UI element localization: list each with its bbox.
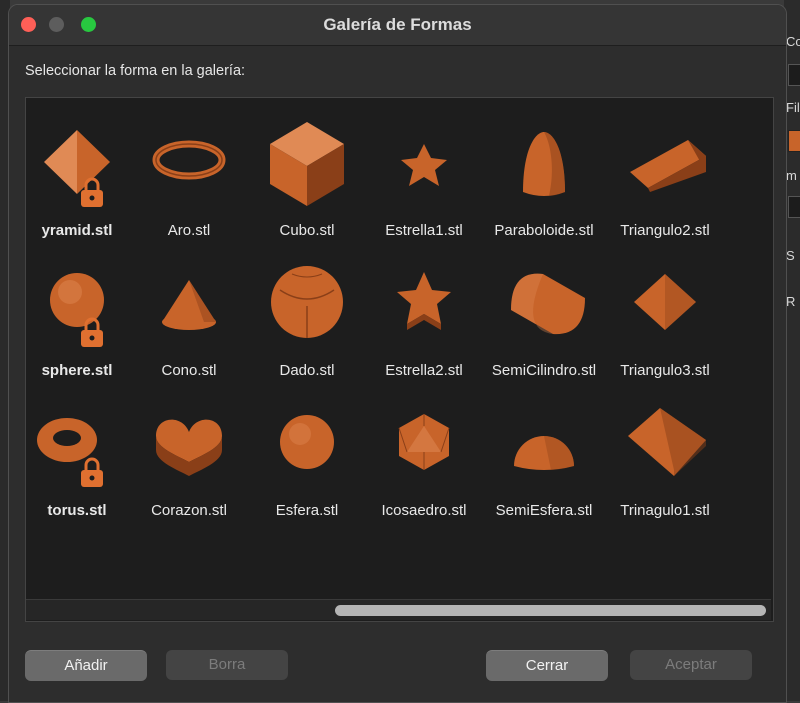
scrollbar-thumb[interactable] xyxy=(335,605,766,616)
accept-button[interactable]: Aceptar xyxy=(630,650,752,680)
gallery-item-ring[interactable]: Aro.stl xyxy=(130,104,248,244)
cone-shape-icon xyxy=(162,280,216,330)
bg-label-r: R xyxy=(786,294,796,309)
gallery-item-heart[interactable]: Corazon.stl xyxy=(130,384,248,524)
gallery-item-label: SemiCilindro.stl xyxy=(491,362,597,379)
gallery-item-label: Triangulo2.stl xyxy=(620,222,710,239)
heart-shape-icon xyxy=(156,419,222,476)
bg-label-co: Co xyxy=(786,34,800,49)
delete-button[interactable]: Borra xyxy=(166,650,288,680)
wedge-shape-icon xyxy=(630,140,706,192)
bg-color-swatch xyxy=(788,130,800,152)
bg-control xyxy=(788,64,800,86)
gallery-item-sphere-small[interactable]: Esfera.stl xyxy=(248,384,366,524)
sphere-small-shape-icon xyxy=(280,415,334,469)
shape-gallery[interactable]: yramid.stl Aro.stl Cubo.stl Estrella1.stl Pa… xyxy=(25,97,774,622)
gallery-item-label: Paraboloide.stl xyxy=(494,222,594,239)
lock-icon xyxy=(78,316,106,348)
sphere-shape-icon xyxy=(50,273,104,327)
gallery-item-half-cylinder[interactable]: SemiCilindro.stl xyxy=(485,244,603,384)
ring-shape-icon xyxy=(152,140,226,180)
lock-icon xyxy=(78,176,106,208)
gallery-item-label: Estrella1.stl xyxy=(385,222,463,239)
paraboloid-shape-icon xyxy=(523,132,565,196)
lock-icon xyxy=(78,456,106,488)
star-flat-shape-icon xyxy=(401,144,447,186)
half-cylinder-shape-icon xyxy=(511,273,585,335)
gallery-item-prism[interactable]: Trinagulo1.stl xyxy=(606,384,724,524)
gallery-item-label: Trinagulo1.stl xyxy=(620,502,710,519)
octahedron-shape-icon xyxy=(634,274,696,330)
gallery-item-label: Icosaedro.stl xyxy=(381,502,467,519)
gallery-prompt: Seleccionar la forma en la galería: xyxy=(25,63,246,79)
dice-shape-icon xyxy=(271,266,343,338)
gallery-item-hemisphere[interactable]: SemiEsfera.stl xyxy=(485,384,603,524)
pyramid-shape-icon xyxy=(44,130,110,194)
gallery-item-label: SemiEsfera.stl xyxy=(495,502,593,519)
add-button[interactable]: Añadir xyxy=(25,650,147,681)
close-button[interactable]: Cerrar xyxy=(486,650,608,681)
gallery-item-paraboloid[interactable]: Paraboloide.stl xyxy=(485,104,603,244)
window-title: Galería de Formas xyxy=(323,15,472,34)
bg-label-fil: Fil xyxy=(786,100,800,115)
torus-shape-icon xyxy=(37,418,97,462)
gallery-item-star-flat[interactable]: Estrella1.stl xyxy=(365,104,483,244)
bg-label-s: S xyxy=(786,248,795,263)
gallery-item-icosahedron[interactable]: Icosaedro.stl xyxy=(365,384,483,524)
icosahedron-shape-icon xyxy=(398,414,450,470)
cube-shape-icon xyxy=(270,122,344,206)
prism-shape-icon xyxy=(628,408,706,476)
gallery-item-cone[interactable]: Cono.stl xyxy=(130,244,248,384)
gallery-item-octahedron[interactable]: Triangulo3.stl xyxy=(606,244,724,384)
gallery-item-wedge[interactable]: Triangulo2.stl xyxy=(606,104,724,244)
gallery-item-label: Triangulo3.stl xyxy=(620,362,710,379)
gallery-item-label: Estrella2.stl xyxy=(385,362,463,379)
shape-gallery-dialog: Galería de Formas Seleccionar la forma e… xyxy=(8,4,787,703)
gallery-item-dice[interactable]: Dado.stl xyxy=(248,244,366,384)
star-thick-shape-icon xyxy=(397,272,451,330)
gallery-item-cube[interactable]: Cubo.stl xyxy=(248,104,366,244)
gallery-item-star-thick[interactable]: Estrella2.stl xyxy=(365,244,483,384)
bg-control-2 xyxy=(788,196,800,218)
title-bar[interactable]: Galería de Formas xyxy=(9,5,786,46)
horizontal-scrollbar[interactable] xyxy=(26,599,771,620)
bg-label-m: m xyxy=(786,168,797,183)
hemisphere-shape-icon xyxy=(514,436,574,470)
